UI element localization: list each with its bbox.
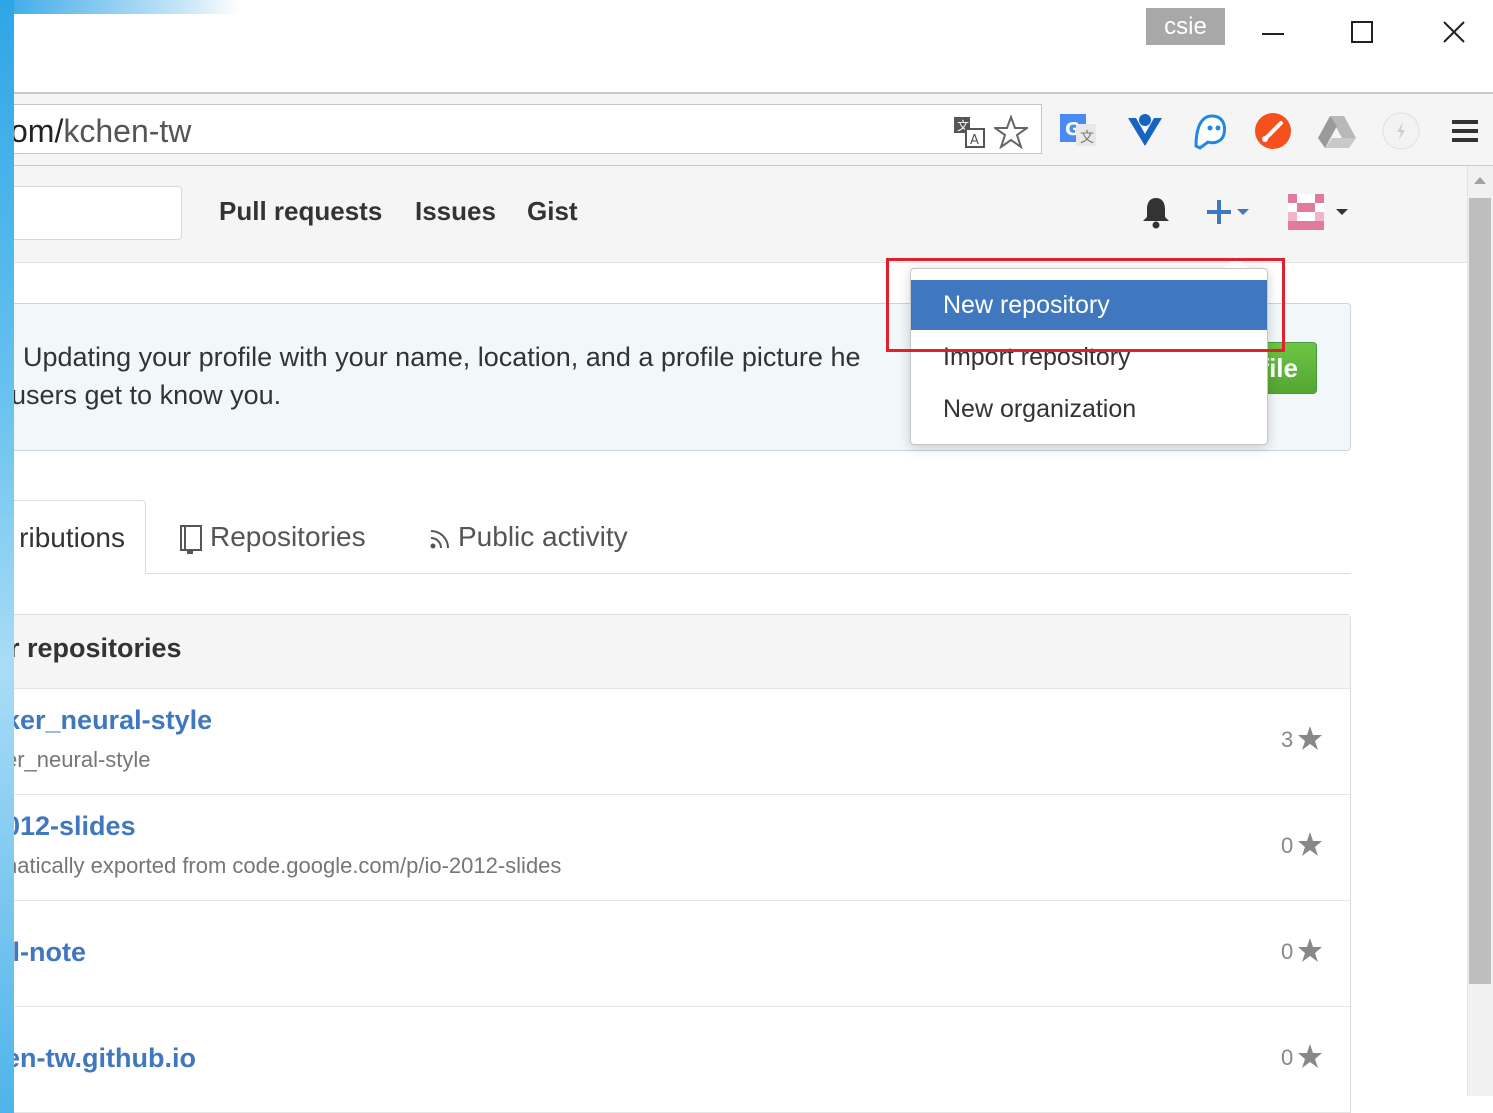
chevron-down-icon — [1336, 209, 1348, 215]
ghost-extension-icon[interactable] — [1188, 110, 1230, 152]
repo-stars-link[interactable]: 3 — [1281, 725, 1323, 753]
repo-description: er_neural-style — [14, 747, 151, 772]
avatar — [1288, 194, 1324, 230]
repo-star-count: 3 — [1281, 727, 1294, 752]
menu-hamburger-icon[interactable] — [1444, 110, 1486, 152]
profile-badge[interactable]: csie — [1146, 8, 1225, 45]
scroll-up-arrow-icon[interactable] — [1470, 170, 1490, 190]
repositories-box: r repositories ker_neural-style er_neura… — [14, 614, 1351, 1113]
user-avatar-menu[interactable] — [1284, 192, 1356, 232]
tab-contributions-label: ributions — [19, 522, 125, 553]
notice-line-1: Updating your profile with your name, lo… — [23, 342, 861, 372]
google-translate-extension-icon[interactable]: G 文 — [1058, 110, 1100, 152]
vpn-extension-icon[interactable] — [1124, 110, 1166, 152]
tab-contributions[interactable]: ributions — [14, 500, 146, 574]
slide-background-top — [0, 0, 240, 14]
repositories-title: r repositories — [14, 633, 182, 663]
star-icon — [1298, 938, 1323, 962]
svg-text:文: 文 — [1080, 130, 1094, 146]
notifications-bell-icon[interactable] — [1138, 194, 1174, 230]
star-icon — [1298, 832, 1323, 856]
minimize-icon — [1262, 33, 1284, 35]
create-new-plus-icon[interactable] — [1204, 192, 1260, 232]
url-text: om/kchen-tw — [10, 113, 191, 150]
maximize-button[interactable] — [1332, 10, 1392, 56]
tab-repositories[interactable]: Repositories — [178, 500, 366, 574]
scrollbar-thumb[interactable] — [1469, 198, 1491, 984]
drive-extension-icon[interactable] — [1316, 110, 1358, 152]
github-header: Pull requests Issues Gist — [14, 166, 1467, 263]
svg-text:A: A — [970, 133, 979, 148]
repo-stars-link[interactable]: 0 — [1281, 831, 1323, 859]
url-path: kchen-tw — [63, 113, 192, 149]
repo-description: natically exported from code.google.com/… — [14, 853, 562, 878]
search-input[interactable] — [14, 186, 182, 240]
bookmark-star-icon[interactable] — [994, 115, 1028, 149]
annotation-highlight-box — [886, 258, 1285, 352]
repo-row: 012-slides natically exported from code.… — [14, 795, 1350, 901]
address-bar[interactable]: om/kchen-tw 文 A — [10, 104, 1042, 154]
repo-name-link[interactable]: 012-slides — [14, 811, 136, 842]
menu-item-new-organization[interactable]: New organization — [911, 384, 1267, 434]
repo-stars-link[interactable]: 0 — [1281, 1043, 1323, 1071]
repo-name-link[interactable]: en-tw.github.io — [14, 1043, 196, 1074]
close-window-button[interactable] — [1424, 10, 1484, 56]
repo-stars-link[interactable]: 0 — [1281, 937, 1323, 965]
tab-public-activity[interactable]: Public activity — [428, 500, 628, 574]
repo-star-count: 0 — [1281, 1045, 1294, 1070]
url-domain: om/ — [10, 113, 64, 149]
repo-star-count: 0 — [1281, 939, 1294, 964]
nav-pull-requests[interactable]: Pull requests — [219, 196, 382, 227]
repo-star-count: 0 — [1281, 833, 1294, 858]
browser-toolbar: om/kchen-tw 文 A G 文 — [10, 92, 1493, 166]
notice-line-2: users get to know you. — [14, 380, 282, 410]
nav-gist[interactable]: Gist — [527, 196, 578, 227]
star-icon — [1298, 1044, 1323, 1068]
clip-extension-icon[interactable] — [1252, 110, 1294, 152]
tab-public-activity-label: Public activity — [458, 521, 628, 552]
close-icon — [1443, 21, 1465, 43]
tab-repositories-label: Repositories — [210, 521, 366, 552]
repo-row: ll-note 0 — [14, 901, 1350, 1007]
repo-row: en-tw.github.io 0 — [14, 1007, 1350, 1113]
star-icon — [1298, 726, 1323, 750]
profile-tabs: ributions Repositories Public activity — [14, 500, 1351, 574]
rss-feed-icon — [430, 529, 449, 549]
slide-background-strip — [0, 0, 14, 1113]
maximize-icon — [1351, 21, 1373, 43]
repo-book-icon — [180, 524, 202, 554]
repositories-header: r repositories — [14, 615, 1350, 689]
minimize-button[interactable] — [1242, 10, 1302, 56]
repo-name-link[interactable]: ll-note — [14, 937, 86, 968]
repo-name-link[interactable]: ker_neural-style — [14, 705, 212, 736]
flash-extension-icon[interactable] — [1380, 110, 1422, 152]
repo-row: ker_neural-style er_neural-style 3 — [14, 689, 1350, 795]
translate-icon[interactable]: 文 A — [952, 115, 986, 149]
notice-text: Updating your profile with your name, lo… — [14, 338, 923, 414]
nav-issues[interactable]: Issues — [415, 196, 496, 227]
